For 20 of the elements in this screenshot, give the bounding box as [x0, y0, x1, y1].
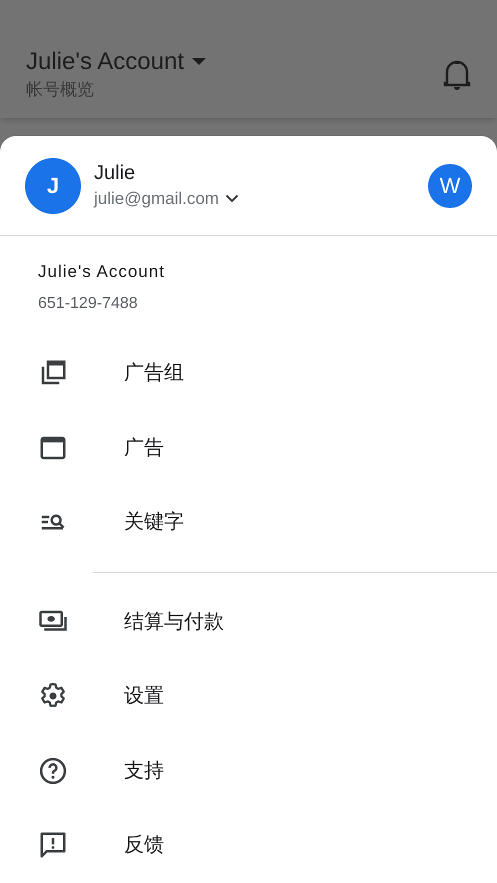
- menu-item[interactable]: 反馈: [0, 808, 497, 882]
- page-subtitle: 帐号概览: [26, 79, 95, 101]
- menu-item[interactable]: 设置: [0, 659, 497, 734]
- menu-item[interactable]: 结算与付款: [0, 584, 497, 659]
- notification-icon[interactable]: [443, 58, 471, 90]
- dropdown-icon[interactable]: [192, 58, 206, 66]
- user-name: Julie: [94, 160, 136, 186]
- account-name: Julie's Account: [38, 261, 166, 283]
- user-avatar[interactable]: J: [25, 158, 81, 214]
- menu-item[interactable]: 广告: [0, 410, 497, 485]
- help-icon: [38, 756, 68, 786]
- menu-item[interactable]: 关键字: [0, 485, 497, 560]
- account-id: 651-129-7488: [38, 294, 139, 314]
- feedback-icon: [38, 830, 68, 860]
- account-title[interactable]: Julie's Account: [26, 46, 184, 78]
- app-avatar[interactable]: W: [428, 164, 472, 208]
- menu-item[interactable]: 支持: [0, 734, 497, 808]
- user-email[interactable]: julie@gmail.com: [94, 186, 219, 212]
- menu-item[interactable]: 广告组: [0, 336, 497, 410]
- chevron-down-icon[interactable]: [224, 194, 239, 203]
